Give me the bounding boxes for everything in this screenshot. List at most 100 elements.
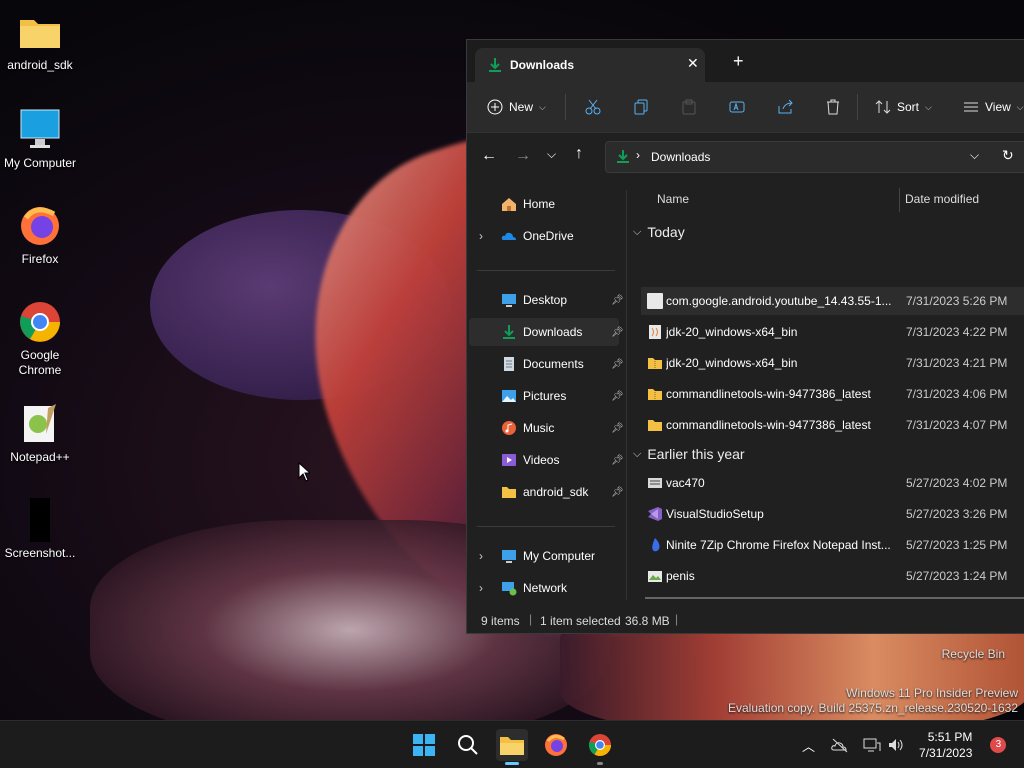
new-label: New bbox=[509, 100, 534, 114]
onedrive-offline-icon[interactable] bbox=[831, 737, 849, 753]
chevron-right-icon[interactable]: › bbox=[479, 229, 483, 243]
file-row[interactable]: Ninite 7Zip Chrome Firefox Notepad Inst.… bbox=[641, 531, 1024, 559]
plus-circle-icon bbox=[487, 99, 503, 115]
share-button[interactable] bbox=[777, 94, 793, 120]
paste-icon bbox=[682, 99, 696, 115]
chevron-right-icon[interactable]: › bbox=[479, 581, 483, 595]
pin-icon: 📌︎ bbox=[611, 390, 624, 402]
nav-downloads[interactable]: Downloads 📌︎ bbox=[469, 318, 624, 346]
chevron-right-icon: › bbox=[636, 148, 640, 162]
nav-label: Music bbox=[523, 421, 555, 435]
desktop-icon-google-chrome[interactable]: Google Chrome bbox=[0, 300, 80, 378]
column-divider[interactable] bbox=[899, 188, 900, 212]
copy-button[interactable] bbox=[633, 94, 649, 120]
running-indicator bbox=[597, 762, 603, 765]
rename-icon bbox=[729, 101, 745, 113]
document-icon bbox=[504, 357, 514, 371]
start-icon bbox=[413, 734, 435, 756]
tab-bar: Downloads ✕ + bbox=[467, 40, 1024, 82]
recent-locations-icon[interactable]: ⌵ bbox=[547, 147, 556, 162]
delete-button[interactable] bbox=[825, 94, 841, 120]
file-row[interactable]: penis 5/27/2023 1:24 PM bbox=[641, 562, 1024, 590]
close-tab-icon[interactable]: ✕ bbox=[687, 55, 699, 72]
nav-onedrive[interactable]: › OneDrive bbox=[469, 222, 619, 250]
nav-network[interactable]: › Network bbox=[469, 574, 619, 602]
taskbar-firefox[interactable] bbox=[540, 729, 572, 761]
rename-button[interactable] bbox=[729, 94, 745, 120]
column-header-name[interactable]: Name bbox=[657, 192, 689, 206]
pin-icon: 📌︎ bbox=[611, 454, 624, 466]
taskbar-chrome[interactable] bbox=[584, 729, 616, 765]
view-button[interactable]: View ⌵ bbox=[963, 94, 1024, 120]
network-icon[interactable] bbox=[863, 737, 881, 753]
desktop-icon-screenshot[interactable]: Screenshot... bbox=[0, 498, 80, 561]
nav-desktop[interactable]: Desktop 📌︎ bbox=[469, 286, 624, 314]
file-explorer-icon bbox=[500, 737, 524, 755]
recycle-bin-label[interactable]: Recycle Bin bbox=[942, 647, 1005, 661]
group-header-earlier[interactable]: ⌵ Earlier this year bbox=[633, 446, 745, 462]
nav-android-sdk[interactable]: android_sdk 📌︎ bbox=[469, 478, 624, 506]
taskbar-file-explorer[interactable] bbox=[496, 729, 528, 765]
file-row[interactable]: VisualStudioSetup 5/27/2023 3:26 PM bbox=[641, 500, 1024, 528]
address-path: Downloads bbox=[651, 150, 711, 164]
chevron-down-icon: ⌵ bbox=[633, 447, 642, 460]
address-bar[interactable]: › Downloads ⌵ ↻ bbox=[605, 141, 1024, 173]
cut-button[interactable] bbox=[585, 94, 601, 120]
search-button[interactable] bbox=[452, 729, 484, 761]
horizontal-scrollbar[interactable] bbox=[645, 597, 1024, 599]
desktop-icon-firefox[interactable]: Firefox bbox=[0, 204, 80, 267]
nav-my-computer[interactable]: › My Computer bbox=[469, 542, 619, 570]
volume-icon[interactable] bbox=[887, 737, 905, 753]
watermark-line-2: Evaluation copy. Build 25375.zn_release.… bbox=[728, 701, 1018, 715]
nav-videos[interactable]: Videos 📌︎ bbox=[469, 446, 624, 474]
tab-downloads[interactable]: Downloads ✕ bbox=[475, 48, 705, 82]
desktop-icon-my-computer[interactable]: My Computer bbox=[0, 108, 80, 171]
active-indicator bbox=[505, 762, 519, 765]
chevron-right-icon[interactable]: › bbox=[479, 549, 483, 563]
file-row[interactable]: jdk-20_windows-x64_bin 7/31/2023 4:21 PM bbox=[641, 349, 1024, 377]
desktop-icon-label: My Computer bbox=[3, 156, 77, 170]
nav-label: Downloads bbox=[523, 325, 583, 339]
file-row[interactable]: vac470 5/27/2023 4:02 PM bbox=[641, 469, 1024, 497]
visual-studio-icon bbox=[648, 507, 662, 521]
group-header-today[interactable]: ⌵ Today bbox=[633, 224, 685, 240]
up-icon[interactable]: ↑ bbox=[575, 145, 583, 163]
paste-button[interactable] bbox=[681, 94, 697, 120]
address-history-icon[interactable]: ⌵ bbox=[970, 148, 979, 163]
file-row[interactable]: commandlinetools-win-9477386_latest 7/31… bbox=[641, 411, 1024, 439]
column-header-date[interactable]: Date modified bbox=[905, 192, 979, 206]
nav-label: My Computer bbox=[523, 549, 596, 563]
firefox-icon bbox=[545, 734, 567, 756]
file-icon bbox=[647, 293, 663, 309]
view-label: View bbox=[985, 100, 1011, 114]
taskbar: ︿ 5:51 PM 7/31/2023 3 bbox=[0, 720, 1024, 768]
back-icon[interactable]: ← bbox=[481, 147, 497, 165]
refresh-icon[interactable]: ↻ bbox=[1002, 147, 1014, 164]
new-button[interactable]: New ⌵ bbox=[487, 94, 546, 120]
nav-documents[interactable]: Documents 📌︎ bbox=[469, 350, 624, 378]
file-row[interactable]: commandlinetools-win-9477386_latest 7/31… bbox=[641, 380, 1024, 408]
sort-button[interactable]: Sort ⌵ bbox=[875, 94, 932, 120]
file-row[interactable]: jdk-20_windows-x64_bin 7/31/2023 4:22 PM bbox=[641, 318, 1024, 346]
notification-badge[interactable]: 3 bbox=[990, 737, 1007, 753]
nav-pictures[interactable]: Pictures 📌︎ bbox=[469, 382, 624, 410]
forward-icon[interactable]: → bbox=[515, 147, 531, 165]
file-explorer-window[interactable]: Downloads ✕ + New ⌵ Sort ⌵ View ⌵ ← → ⌵ … bbox=[466, 39, 1024, 634]
pane-divider[interactable] bbox=[626, 190, 627, 600]
nav-music[interactable]: Music 📌︎ bbox=[469, 414, 624, 442]
file-row[interactable]: com.google.android.youtube_14.43.55-1...… bbox=[641, 287, 1024, 315]
zip-folder-icon bbox=[648, 389, 662, 400]
delete-icon bbox=[827, 99, 839, 115]
show-hidden-icons-icon[interactable]: ︿ bbox=[802, 736, 815, 755]
nav-label: Network bbox=[523, 581, 568, 595]
start-button[interactable] bbox=[408, 729, 440, 761]
pin-icon: 📌︎ bbox=[611, 326, 624, 338]
clock[interactable]: 5:51 PM 7/31/2023 bbox=[919, 729, 972, 761]
desktop-icon-android-sdk[interactable]: android_sdk bbox=[0, 10, 80, 73]
tab-title: Downloads bbox=[510, 58, 575, 72]
nav-home[interactable]: Home bbox=[469, 190, 619, 218]
desktop-icon-notepadpp[interactable]: Notepad++ bbox=[0, 402, 80, 465]
new-tab-icon[interactable]: + bbox=[733, 52, 744, 70]
file-name: vac470 bbox=[666, 476, 705, 490]
clock-time: 5:51 PM bbox=[927, 730, 973, 744]
